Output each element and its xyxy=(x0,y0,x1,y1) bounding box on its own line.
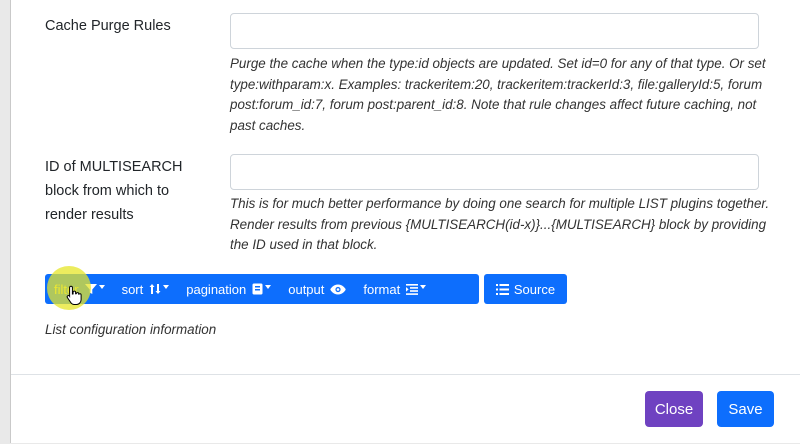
chevron-down-icon xyxy=(98,285,105,289)
cache-purge-help: Purge the cache when the type:id objects… xyxy=(230,56,766,133)
list-icon xyxy=(495,283,509,295)
plugin-edit-modal: Cache Purge Rules Purge the cache when t… xyxy=(10,0,800,443)
multisearch-label: ID of MULTISEARCH block from which to re… xyxy=(45,159,183,223)
text-indent-icon xyxy=(406,283,419,295)
cache-purge-input[interactable] xyxy=(230,13,759,49)
sort-label: sort xyxy=(121,281,144,297)
filter-label: filter xyxy=(54,281,79,297)
eye-icon xyxy=(330,284,347,294)
filter-icon xyxy=(84,284,97,294)
list-config-info: List configuration information xyxy=(45,322,217,337)
chevron-down-icon xyxy=(163,285,170,289)
source-button[interactable]: Source xyxy=(484,274,567,304)
multisearch-input[interactable] xyxy=(230,154,759,190)
source-label: Source xyxy=(513,281,556,297)
chevron-down-icon xyxy=(265,285,272,289)
sort-dropdown[interactable]: sort xyxy=(113,274,178,304)
pagination-dropdown[interactable]: pagination xyxy=(177,274,279,304)
list-toolbar: filter sort pagination output format xyxy=(45,274,479,304)
pagination-label: pagination xyxy=(186,281,247,297)
cache-purge-label: Cache Purge Rules xyxy=(45,18,171,34)
format-dropdown[interactable]: format xyxy=(354,274,434,304)
output-dropdown[interactable]: output xyxy=(279,274,354,304)
save-button[interactable]: Save xyxy=(717,391,774,427)
multisearch-help: This is for much better performance by d… xyxy=(230,196,770,252)
close-button[interactable]: Close xyxy=(645,391,703,427)
output-label: output xyxy=(288,281,325,297)
filter-dropdown[interactable]: filter xyxy=(45,274,113,304)
format-label: format xyxy=(363,281,401,297)
chevron-down-icon xyxy=(420,285,427,289)
sort-icon xyxy=(149,284,161,294)
book-icon xyxy=(252,283,263,295)
